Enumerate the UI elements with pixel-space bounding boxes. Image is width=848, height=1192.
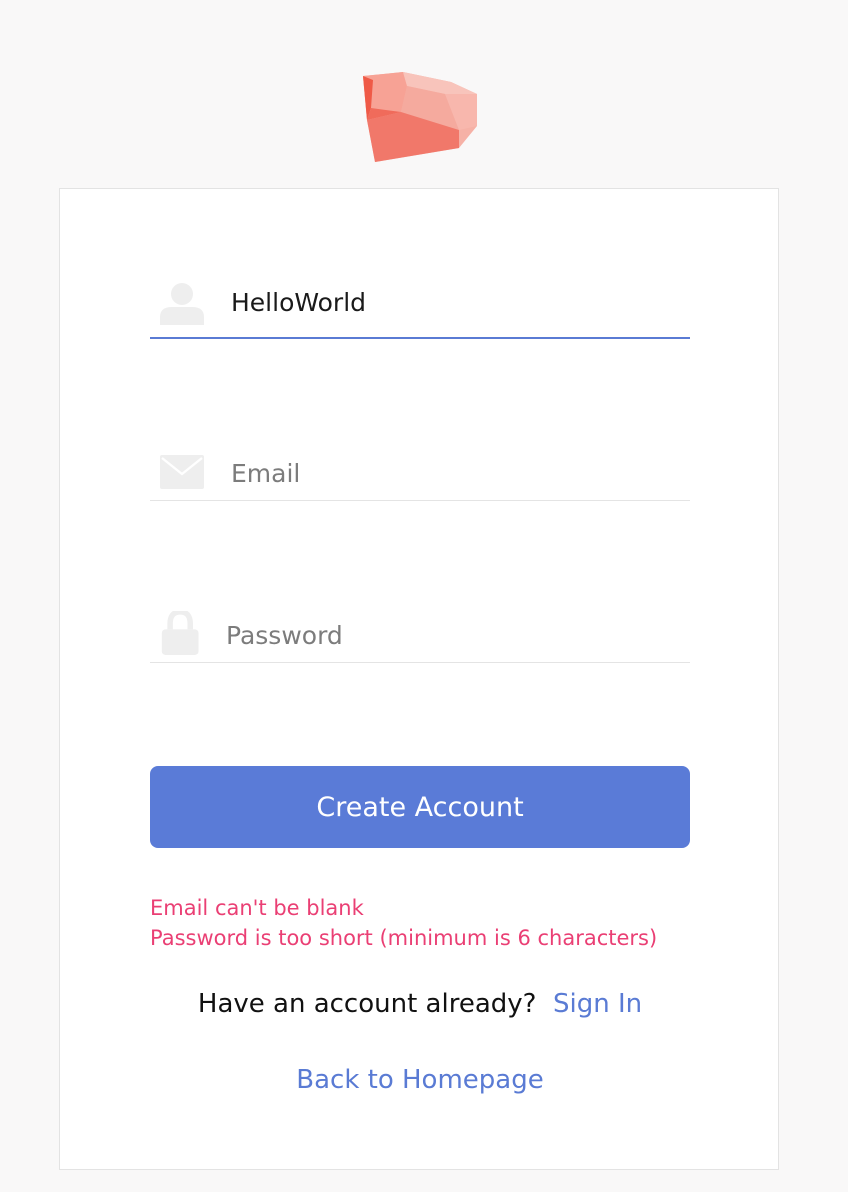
signup-card: Create Account Email can't be blank Pass… — [59, 188, 779, 1170]
create-account-button[interactable]: Create Account — [150, 766, 690, 848]
homepage-row: Back to Homepage — [60, 1065, 780, 1095]
email-error: Email can't be blank — [150, 896, 364, 920]
error-messages: Email can't be blank Password is too sho… — [150, 893, 710, 953]
signin-link[interactable]: Sign In — [553, 989, 642, 1019]
email-field[interactable] — [150, 431, 690, 501]
username-input[interactable] — [231, 283, 671, 323]
signin-prompt: Have an account already? — [197, 989, 537, 1019]
signin-row: Have an account already? Sign In — [60, 989, 780, 1019]
username-field[interactable] — [150, 269, 690, 339]
user-icon — [160, 283, 204, 325]
envelope-icon — [160, 455, 204, 489]
logo-icon — [363, 72, 477, 162]
password-field[interactable] — [150, 593, 690, 663]
lock-icon — [161, 611, 199, 655]
email-input[interactable] — [231, 453, 671, 493]
password-error: Password is too short (minimum is 6 char… — [150, 926, 658, 950]
password-input[interactable] — [226, 615, 666, 655]
back-to-homepage-link[interactable]: Back to Homepage — [296, 1065, 543, 1095]
